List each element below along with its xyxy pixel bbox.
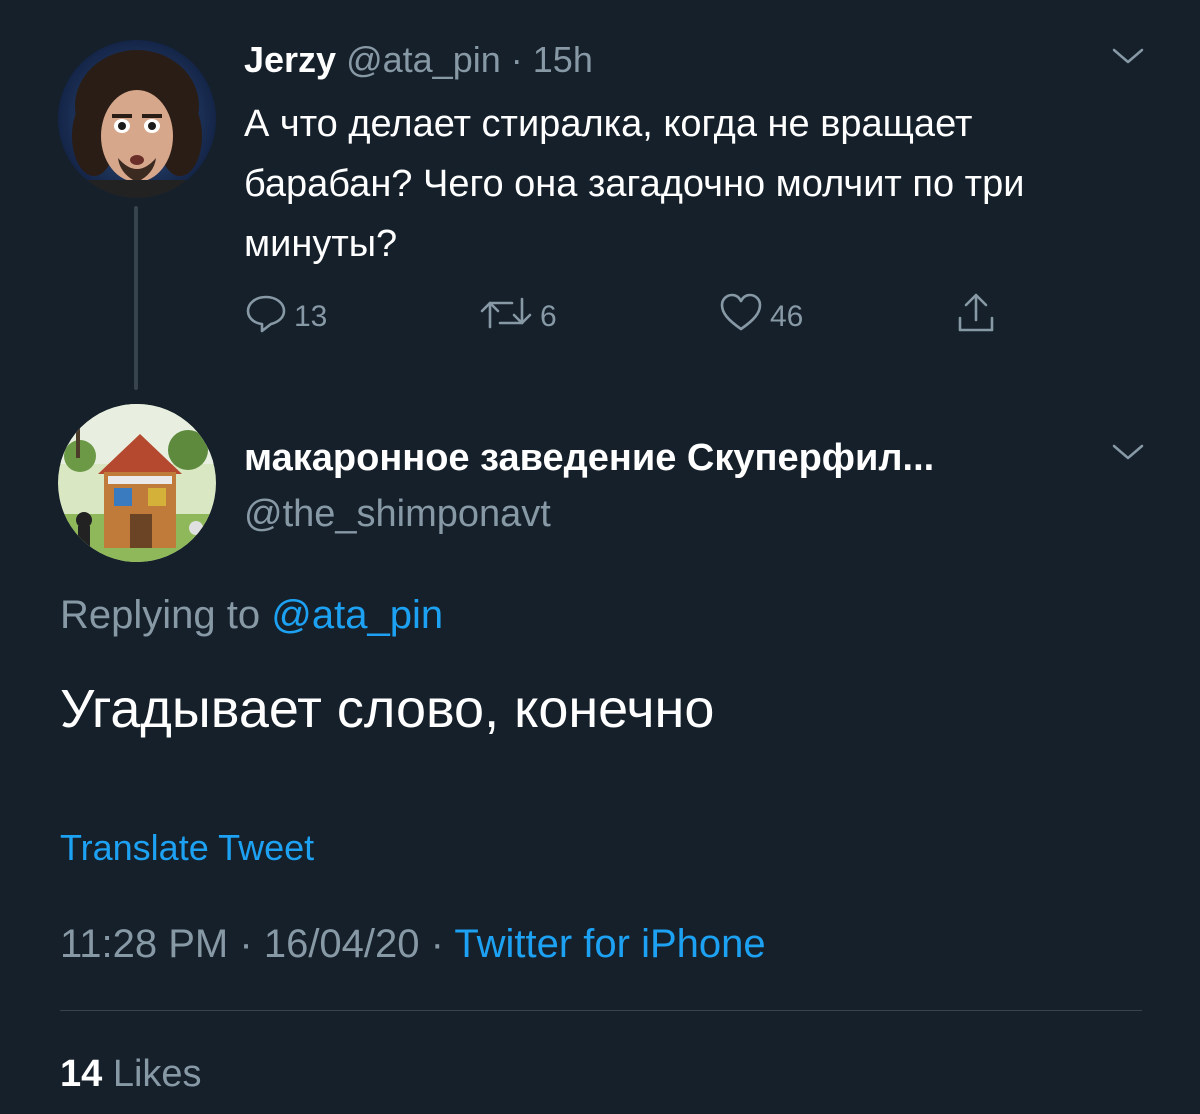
reply-tweet-text: Угадывает слово, конечно <box>60 679 715 739</box>
reply-author-avatar[interactable] <box>58 404 216 562</box>
chevron-down-icon[interactable] <box>1110 44 1146 73</box>
tweet-date: 16/04/20 <box>263 922 420 966</box>
separator-dot: · <box>239 922 253 966</box>
retweet-icon <box>478 291 534 343</box>
share-icon <box>954 290 998 344</box>
tweet-text: А что делает стиралка, когда не вращает … <box>244 103 1025 265</box>
replying-to: Replying to @ata_pin <box>60 590 443 640</box>
author-avatar[interactable] <box>58 40 216 198</box>
like-count: 46 <box>770 300 804 333</box>
replying-prefix: Replying to <box>60 593 261 637</box>
chevron-down-icon[interactable] <box>1110 440 1146 469</box>
translate-tweet-link[interactable]: Translate Tweet <box>60 826 314 870</box>
share-button[interactable] <box>954 293 998 340</box>
avatar-image <box>58 404 216 562</box>
author-handle[interactable]: @ata_pin <box>346 39 501 80</box>
replying-handle-link[interactable]: @ata_pin <box>271 593 443 637</box>
avatar-image <box>58 40 216 198</box>
thread-connector-line <box>134 206 138 390</box>
separator-dot: · <box>510 39 523 80</box>
retweet-button[interactable]: 6 <box>478 294 557 340</box>
retweet-count: 6 <box>540 300 557 333</box>
likes-summary[interactable]: 14 Likes <box>60 1050 202 1098</box>
reply-icon <box>244 291 288 343</box>
likes-count: 14 <box>60 1053 103 1095</box>
heart-icon <box>718 291 764 343</box>
reply-button[interactable]: 13 <box>244 294 327 340</box>
author-name[interactable]: Jerzy <box>244 39 336 80</box>
like-button[interactable]: 46 <box>718 291 804 343</box>
separator-dot: · <box>430 922 444 966</box>
tweet-time-ago[interactable]: 15h <box>533 39 593 80</box>
tweet-source-link[interactable]: Twitter for iPhone <box>454 922 765 966</box>
likes-label: Likes <box>112 1053 202 1095</box>
divider <box>60 1010 1142 1011</box>
reply-count: 13 <box>294 300 328 333</box>
tweet-header: Jerzy @ata_pin · 15h <box>244 38 593 82</box>
tweet-metadata: 11:28 PM · 16/04/20 · Twitter for iPhone <box>60 918 766 970</box>
reply-author-handle[interactable]: @the_shimponavt <box>244 490 551 538</box>
reply-author-name[interactable]: макаронное заведение Скуперфил... <box>244 434 934 482</box>
tweet-time: 11:28 PM <box>60 922 229 966</box>
